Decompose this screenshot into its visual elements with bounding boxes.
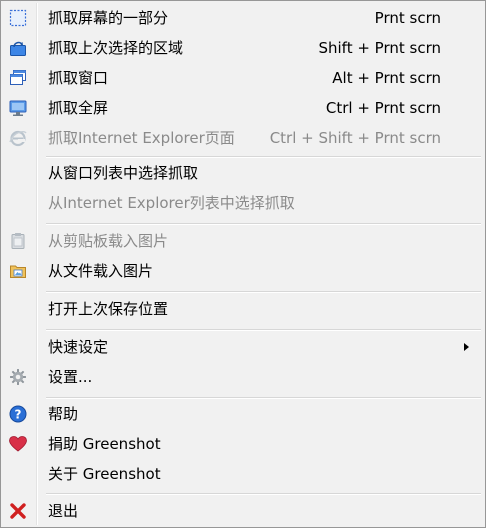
gear-icon xyxy=(8,367,28,387)
menu-item-quick-settings[interactable]: 快速设定 xyxy=(3,333,483,361)
menu-item-shortcut: Alt + Prnt scrn xyxy=(332,69,441,87)
menu-item-label: 抓取全屏 xyxy=(48,99,109,117)
menu-item-label: 抓取Internet Explorer页面 xyxy=(48,129,235,147)
folder-icon xyxy=(8,261,28,281)
menu-item-capture-from-window-list[interactable]: 从窗口列表中选择抓取 xyxy=(3,159,483,187)
menu-item-label: 设置... xyxy=(48,368,93,386)
menu-item-label: 抓取窗口 xyxy=(48,69,109,87)
menu-item-label: 帮助 xyxy=(48,405,79,423)
menu-separator xyxy=(46,493,481,495)
menu-item-label: 从剪贴板载入图片 xyxy=(48,232,169,250)
menu-item-open-from-clipboard[interactable]: 从剪贴板载入图片 xyxy=(3,227,483,255)
help-icon: ? xyxy=(8,404,28,424)
last-region-icon xyxy=(8,38,28,58)
menu-item-open-from-file[interactable]: 从文件载入图片 xyxy=(3,257,483,285)
menu-item-exit[interactable]: 退出 xyxy=(3,497,483,525)
menu-separator xyxy=(46,329,481,331)
menu-item-label: 从窗口列表中选择抓取 xyxy=(48,164,199,182)
menu-item-capture-fullscreen[interactable]: 抓取全屏 Ctrl + Prnt scrn xyxy=(3,94,483,122)
menu-item-donate[interactable]: 捐助 Greenshot xyxy=(3,430,483,458)
menu-item-settings[interactable]: 设置... xyxy=(3,363,483,391)
menu-separator xyxy=(46,223,481,225)
menu-item-label: 打开上次保存位置 xyxy=(48,300,169,318)
clipboard-icon xyxy=(8,231,28,251)
menu-item-label: 从文件载入图片 xyxy=(48,262,154,280)
menu-item-help[interactable]: ? 帮助 xyxy=(3,400,483,428)
menu-separator xyxy=(46,397,481,399)
menu-item-shortcut: Ctrl + Prnt scrn xyxy=(325,99,441,117)
context-menu: 抓取屏幕的一部分 Prnt scrn 抓取上次选择的区域 Shift + Prn… xyxy=(0,0,486,528)
region-select-icon xyxy=(8,8,28,28)
submenu-arrow-icon xyxy=(464,343,469,351)
menu-item-about[interactable]: 关于 Greenshot xyxy=(3,460,483,488)
menu-item-shortcut: Shift + Prnt scrn xyxy=(318,39,441,57)
menu-separator xyxy=(46,156,481,158)
menu-item-shortcut: Ctrl + Shift + Prnt scrn xyxy=(269,129,441,147)
window-icon xyxy=(8,68,28,88)
close-icon xyxy=(8,501,28,521)
menu-item-label: 关于 Greenshot xyxy=(48,465,161,483)
menu-item-capture-window[interactable]: 抓取窗口 Alt + Prnt scrn xyxy=(3,64,483,92)
menu-item-label: 捐助 Greenshot xyxy=(48,435,161,453)
menu-item-capture-last-region[interactable]: 抓取上次选择的区域 Shift + Prnt scrn xyxy=(3,34,483,62)
svg-text:?: ? xyxy=(15,408,22,422)
menu-separator xyxy=(46,291,481,293)
menu-item-label: 快速设定 xyxy=(48,338,109,356)
heart-icon xyxy=(8,434,28,454)
menu-item-shortcut: Prnt scrn xyxy=(374,9,441,27)
menu-item-open-last-location[interactable]: 打开上次保存位置 xyxy=(3,295,483,323)
menu-item-label: 从Internet Explorer列表中选择抓取 xyxy=(48,194,295,212)
menu-item-label: 抓取屏幕的一部分 xyxy=(48,9,169,27)
menu-item-capture-from-ie-list[interactable]: 从Internet Explorer列表中选择抓取 xyxy=(3,189,483,217)
menu-item-label: 退出 xyxy=(48,502,79,520)
internet-explorer-icon xyxy=(8,128,28,148)
menu-item-label: 抓取上次选择的区域 xyxy=(48,39,184,57)
monitor-icon xyxy=(8,98,28,118)
menu-item-capture-region[interactable]: 抓取屏幕的一部分 Prnt scrn xyxy=(3,4,483,32)
menu-item-capture-ie[interactable]: 抓取Internet Explorer页面 Ctrl + Shift + Prn… xyxy=(3,124,483,152)
